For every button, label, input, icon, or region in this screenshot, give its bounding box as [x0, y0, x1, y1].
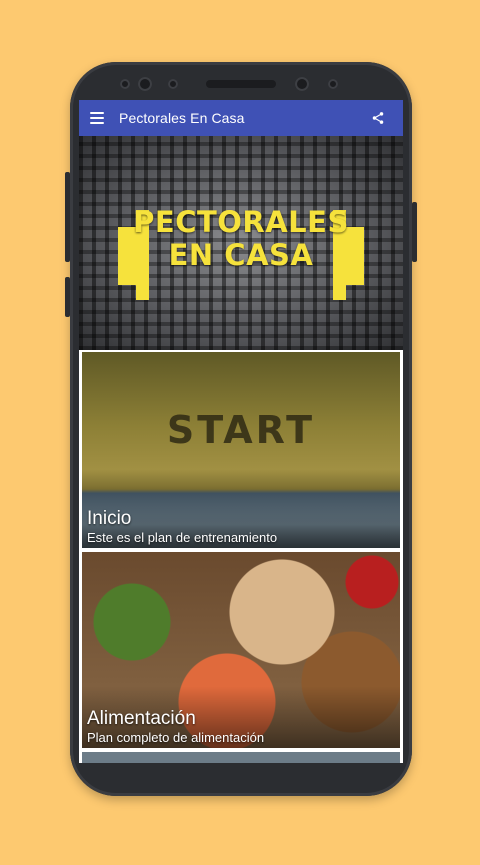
app-screen: Pectorales En Casa PECTORALES EN CASA ST…: [79, 100, 403, 763]
iris-sensor: [295, 77, 309, 91]
start-image-text: START: [166, 408, 316, 452]
share-icon[interactable]: [371, 111, 385, 125]
banner-line-2: EN CASA: [168, 238, 314, 272]
card-subtitle: Este es el plan de entrenamiento: [87, 530, 278, 545]
power-button: [412, 202, 417, 262]
card-title: Alimentación: [87, 708, 196, 729]
card-inicio[interactable]: START Inicio Este es el plan de entrenam…: [82, 352, 400, 548]
volume-button: [65, 172, 70, 262]
sensor-dot: [328, 79, 338, 89]
next-card-peek[interactable]: [82, 752, 400, 763]
bixby-button: [65, 277, 70, 317]
sensor-dot: [168, 79, 178, 89]
phone-frame: Pectorales En Casa PECTORALES EN CASA ST…: [65, 62, 417, 796]
menu-icon[interactable]: [90, 112, 104, 124]
card-subtitle: Plan completo de alimentación: [87, 730, 265, 745]
earpiece-speaker: [206, 80, 276, 88]
front-camera: [138, 77, 152, 91]
app-title: Pectorales En Casa: [119, 110, 245, 126]
banner-title: PECTORALES EN CASA: [79, 206, 403, 272]
header-banner: PECTORALES EN CASA: [79, 136, 403, 350]
card-title: Inicio: [87, 508, 132, 529]
app-bar: Pectorales En Casa: [79, 100, 403, 136]
card-alimentacion[interactable]: Alimentación Plan completo de alimentaci…: [82, 552, 400, 748]
banner-line-1: PECTORALES: [133, 205, 349, 239]
sensor-dot: [120, 79, 130, 89]
